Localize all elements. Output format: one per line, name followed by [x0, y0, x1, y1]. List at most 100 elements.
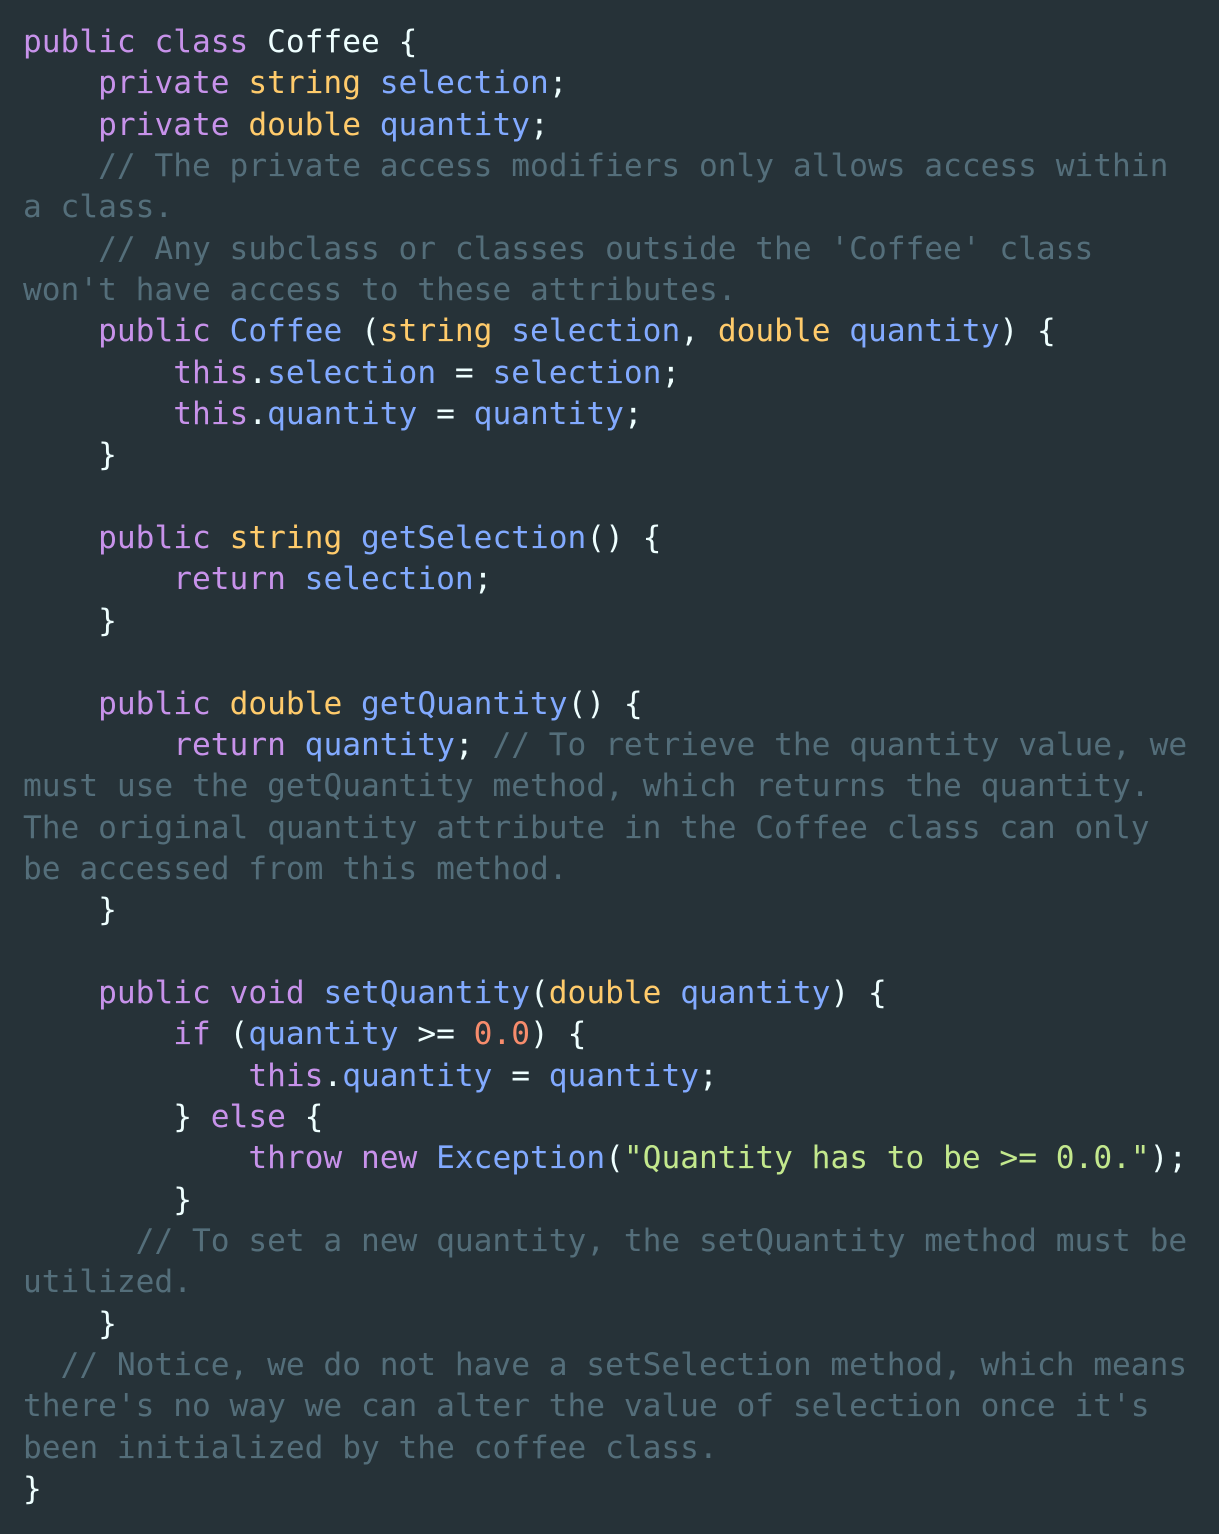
type-token: double [717, 313, 831, 350]
keyword-token: throw [248, 1140, 343, 1177]
punctuation-token: } [23, 1471, 42, 1508]
punctuation-token: = [436, 354, 493, 391]
punctuation-token [286, 727, 305, 763]
code-view[interactable]: public class Coffee { private string sel… [23, 22, 1219, 1510]
punctuation-token: = [417, 396, 474, 433]
punctuation-token: } [23, 1181, 192, 1218]
code-line: a class. [23, 187, 1219, 228]
punctuation-token [342, 686, 361, 722]
code-line: public string getSelection() { [23, 518, 1219, 559]
punctuation-token [661, 975, 680, 1011]
code-line: public Coffee (string selection, double … [23, 311, 1219, 352]
identifier-token: selection [511, 313, 681, 350]
keyword-token: this [173, 354, 249, 391]
code-line: this.quantity = quantity; [23, 1056, 1219, 1097]
punctuation-token [211, 975, 230, 1011]
punctuation-token: { [285, 1098, 324, 1135]
punctuation-token [286, 561, 305, 597]
comment-token: // Any subclass or classes outside the '… [23, 230, 1094, 267]
punctuation-token: ; [548, 65, 568, 102]
type-token: string [248, 65, 361, 102]
punctuation-token [211, 520, 230, 556]
punctuation-token [417, 1140, 436, 1176]
type-token: string [379, 313, 493, 350]
keyword-token: public [98, 974, 211, 1011]
code-line: } [23, 435, 1219, 476]
punctuation-token: ( [530, 974, 549, 1011]
punctuation-token: () { [586, 520, 662, 557]
punctuation-token: { [379, 24, 418, 60]
keyword-token: else [210, 1098, 286, 1135]
punctuation-token [23, 1058, 248, 1094]
punctuation-token: ); [1149, 1140, 1188, 1177]
comment-token: The original quantity attribute in the C… [23, 809, 1150, 846]
keyword-token: if [173, 1016, 211, 1053]
punctuation-token [361, 65, 380, 101]
code-line: this.selection = selection; [23, 353, 1219, 394]
keyword-token: public [23, 24, 136, 60]
identifier-token: quantity [680, 974, 831, 1011]
code-line: // To set a new quantity, the setQuantit… [23, 1221, 1219, 1262]
identifier-token: quantity [267, 396, 418, 433]
code-line: won't have access to these attributes. [23, 270, 1219, 311]
punctuation-token [23, 1016, 173, 1052]
code-line: must use the getQuantity method, which r… [23, 766, 1219, 807]
punctuation-token: ( [342, 313, 380, 350]
punctuation-token [342, 520, 361, 556]
identifier-token: selection [267, 354, 437, 391]
type-token: double [229, 685, 343, 722]
punctuation-token [23, 355, 173, 391]
punctuation-token: . [323, 1057, 343, 1094]
code-line: } [23, 1180, 1219, 1221]
type-token: string [229, 520, 343, 557]
punctuation-token: >= [398, 1016, 474, 1053]
code-line: public double getQuantity() { [23, 684, 1219, 725]
punctuation-token [361, 107, 380, 143]
code-editor[interactable]: public class Coffee { private string sel… [0, 0, 1219, 1534]
comment-token: utilized. [23, 1264, 192, 1301]
punctuation-token [305, 975, 324, 1011]
type-token: double [248, 106, 361, 143]
punctuation-token [23, 65, 98, 101]
keyword-token: return [173, 726, 286, 763]
code-line: } [23, 890, 1219, 931]
punctuation-token: ; [661, 354, 681, 391]
code-line: throw new Exception("Quantity has to be … [23, 1138, 1219, 1179]
code-line: there's no way we can alter the value of… [23, 1386, 1219, 1427]
punctuation-token: ; [473, 561, 493, 598]
keyword-token: public [98, 520, 211, 557]
identifier-token: quantity [304, 726, 455, 763]
identifier-token: quantity [248, 1016, 399, 1053]
keyword-token: public [98, 313, 211, 350]
keyword-token: this [248, 1057, 324, 1094]
code-line: return selection; [23, 559, 1219, 600]
identifier-token: setQuantity [323, 974, 530, 1011]
punctuation-token [23, 107, 98, 143]
keyword-token: return [173, 561, 286, 598]
code-line: // Notice, we do not have a setSelection… [23, 1345, 1219, 1386]
comment-token: // To retrieve the quantity value, we [492, 726, 1188, 763]
punctuation-token [23, 313, 98, 349]
code-line: return quantity; // To retrieve the quan… [23, 725, 1219, 766]
class-name-token: Coffee [267, 24, 380, 60]
identifier-token: selection [304, 561, 474, 598]
keyword-token: class [154, 24, 249, 60]
code-line: utilized. [23, 1262, 1219, 1303]
punctuation-token [23, 396, 173, 432]
identifier-token: getSelection [361, 520, 587, 557]
code-line: // The private access modifiers only all… [23, 146, 1219, 187]
string-token: "Quantity has to be >= 0.0." [623, 1140, 1150, 1177]
code-line: this.quantity = quantity; [23, 394, 1219, 435]
punctuation-token [492, 313, 511, 349]
identifier-token: quantity [473, 396, 624, 433]
punctuation-token: } [23, 892, 117, 929]
identifier-token: quantity [548, 1057, 699, 1094]
punctuation-token [230, 107, 249, 143]
code-line: private string selection; [23, 63, 1219, 104]
punctuation-token: } [23, 1305, 117, 1342]
punctuation-token: . [248, 396, 268, 433]
punctuation-token: } [23, 602, 117, 639]
comment-token: a class. [23, 189, 174, 226]
